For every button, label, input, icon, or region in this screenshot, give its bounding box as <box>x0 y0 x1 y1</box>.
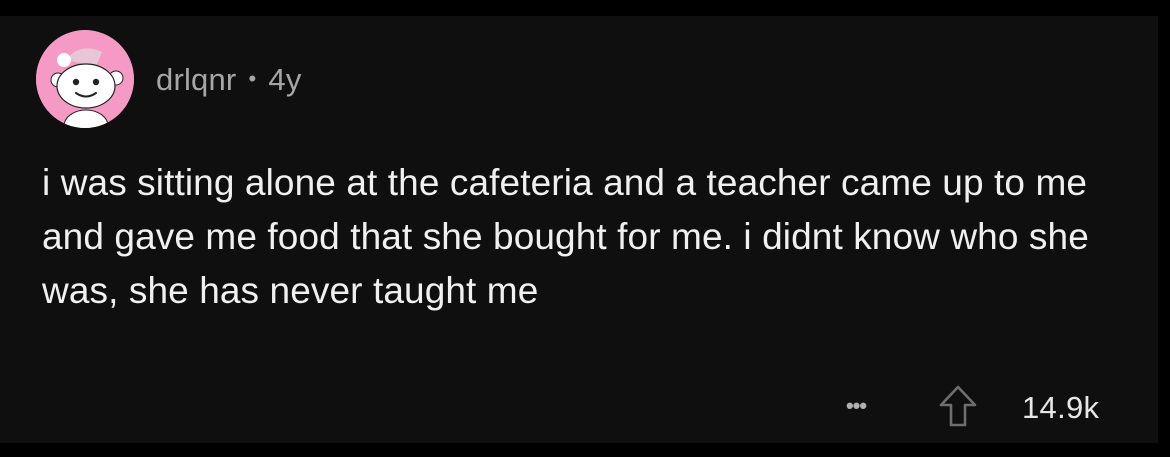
meta-separator: • <box>248 66 257 91</box>
comment-actions: ••• 14.9k <box>836 384 1126 428</box>
comment-body: i was sitting alone at the cafeteria and… <box>42 162 1089 311</box>
more-options-icon[interactable]: ••• <box>836 394 876 418</box>
vote-score: 14.9k <box>1022 390 1100 425</box>
username[interactable]: drlqnr <box>156 62 236 98</box>
comment-card: drlqnr • 4y i was sitting alone at the c… <box>0 16 1158 443</box>
avatar[interactable] <box>36 30 134 128</box>
comment-age: 4y <box>268 62 302 97</box>
upvote-arrow-icon[interactable] <box>938 384 978 428</box>
snoo-avatar-icon <box>36 30 134 128</box>
comment-meta: drlqnr • 4y <box>156 60 302 100</box>
